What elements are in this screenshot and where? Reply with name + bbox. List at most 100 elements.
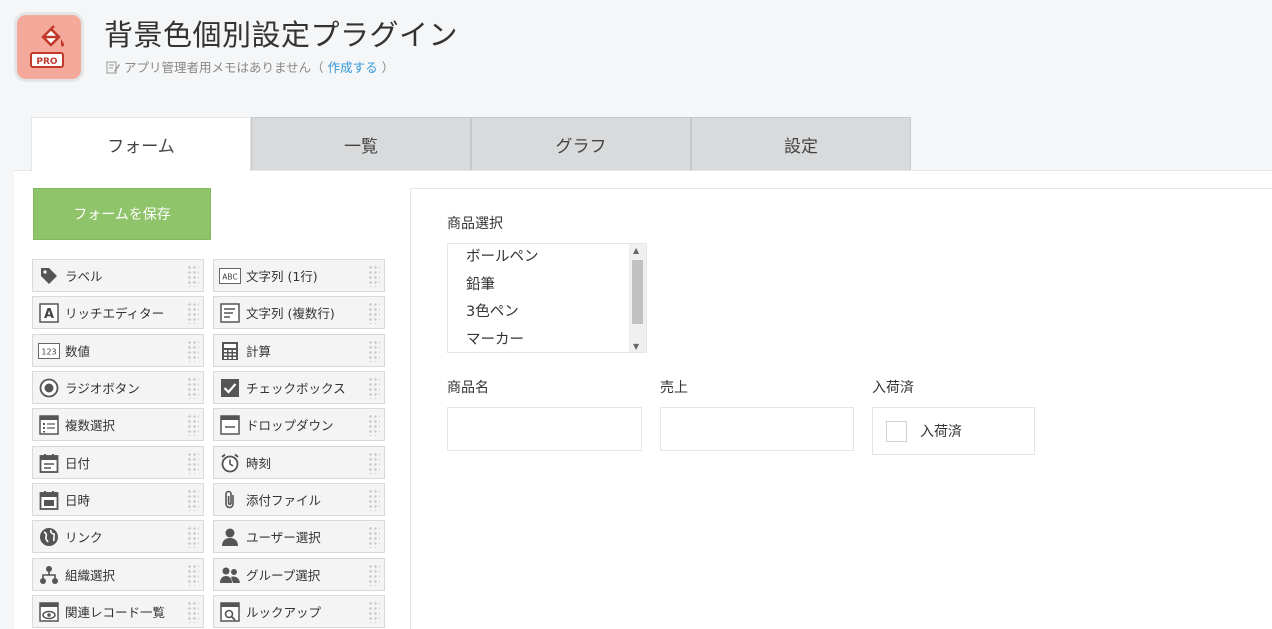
scrollbar-thumb[interactable] [632, 260, 643, 324]
drag-handle-icon[interactable] [187, 452, 199, 474]
tab-form[interactable]: フォーム [31, 117, 251, 171]
drag-handle-icon[interactable] [187, 340, 199, 362]
palette-item-label: グループ選択 [246, 568, 321, 583]
tag-icon [38, 265, 60, 287]
palette-item-label: 計算 [246, 344, 272, 359]
product-name-input[interactable] [447, 407, 642, 451]
drag-handle-icon[interactable] [187, 265, 199, 287]
palette-item-label: ラジオボタン [65, 381, 140, 396]
palette-item-label: ルックアップ [246, 605, 322, 620]
palette-item-label: 文字列 (1行) [246, 269, 318, 284]
drag-handle-icon[interactable] [368, 489, 380, 511]
multiline-icon [219, 302, 241, 324]
palette-item[interactable]: ABC 文字列 (1行) [213, 259, 385, 292]
palette-item[interactable]: 123 数値 [32, 334, 204, 367]
palette-item[interactable]: 添付ファイル [213, 483, 385, 516]
product-select-listbox[interactable]: ボールペン 鉛筆 3色ペン マーカー ▲ ▼ [447, 243, 647, 353]
save-form-button[interactable]: フォームを保存 [33, 188, 211, 240]
palette-item[interactable]: 複数選択 [32, 408, 204, 441]
palette-item[interactable]: ルックアップ [213, 595, 385, 628]
lookup-icon [219, 601, 241, 623]
drag-handle-icon[interactable] [368, 601, 380, 623]
palette-item[interactable]: 組織選択 [32, 558, 204, 591]
drag-handle-icon[interactable] [187, 489, 199, 511]
palette-item[interactable]: 日時 [32, 483, 204, 516]
palette-item[interactable]: 時刻 [213, 446, 385, 479]
palette-item[interactable]: ラベル [32, 259, 204, 292]
palette-item-label: 組織選択 [65, 568, 116, 583]
sales-input[interactable] [660, 407, 854, 451]
scroll-down-arrow-icon[interactable]: ▼ [633, 342, 639, 351]
palette-item[interactable]: チェックボックス [213, 371, 385, 404]
product-select-label: 商品選択 [447, 216, 503, 232]
listbox-scrollbar[interactable]: ▲ ▼ [629, 244, 646, 352]
listbox-option[interactable]: ボールペン [448, 244, 646, 272]
drag-handle-icon[interactable] [368, 302, 380, 324]
memo-create-link[interactable]: 作成する [328, 57, 378, 76]
number-icon: 123 [38, 340, 60, 362]
app-icon: PRO [14, 12, 84, 82]
tab-list[interactable]: 一覧 [251, 117, 471, 170]
org-icon [38, 564, 60, 586]
palette-item-label: 関連レコード一覧 [65, 605, 166, 620]
palette-item-label: 数値 [65, 344, 91, 359]
paperclip-icon [219, 489, 241, 511]
palette-item[interactable]: 文字列 (複数行) [213, 296, 385, 329]
palette-item-label: ユーザー選択 [246, 530, 321, 545]
palette-item[interactable]: A リッチエディター [32, 296, 204, 329]
multi-select-icon [38, 414, 60, 436]
listbox-option[interactable]: 鉛筆 [448, 272, 646, 300]
drag-handle-icon[interactable] [187, 414, 199, 436]
palette-item[interactable]: ドロップダウン [213, 408, 385, 441]
palette-item[interactable]: リンク [32, 520, 204, 553]
palette-item[interactable]: 計算 [213, 334, 385, 367]
tab-settings[interactable]: 設定 [691, 117, 911, 170]
memo-edit-icon [106, 61, 120, 73]
palette-item-label: 時刻 [246, 456, 272, 471]
palette-item[interactable]: ユーザー選択 [213, 520, 385, 553]
drag-handle-icon[interactable] [368, 414, 380, 436]
drag-handle-icon[interactable] [187, 564, 199, 586]
calculator-icon [219, 340, 241, 362]
palette-item[interactable]: 日付 [32, 446, 204, 479]
svg-text:123: 123 [41, 347, 56, 356]
listbox-option[interactable]: マーカー [448, 327, 646, 353]
drag-handle-icon[interactable] [368, 340, 380, 362]
product-name-label: 商品名 [447, 380, 489, 396]
globe-icon [38, 526, 60, 548]
datetime-icon [38, 489, 60, 511]
palette-item[interactable]: ラジオボタン [32, 371, 204, 404]
listbox-option[interactable]: 3色ペン [448, 299, 646, 327]
palette-item-label: 複数選択 [65, 418, 116, 433]
scroll-up-arrow-icon[interactable]: ▲ [633, 246, 639, 255]
drag-handle-icon[interactable] [187, 526, 199, 548]
drag-handle-icon[interactable] [368, 377, 380, 399]
tab-graph[interactable]: グラフ [471, 117, 691, 170]
palette-item[interactable]: グループ選択 [213, 558, 385, 591]
form-editor-panel: フォームを保存 ラベル ABC 文字列 (1行) A リッチエディター 文字列 (複数行)… [14, 170, 1272, 629]
app-memo: アプリ管理者用メモはありません（ 作成する） [106, 57, 394, 76]
palette-item-label: ドロップダウン [246, 418, 334, 433]
in-stock-label: 入荷済 [872, 380, 914, 396]
drag-handle-icon[interactable] [187, 302, 199, 324]
drag-handle-icon[interactable] [368, 564, 380, 586]
memo-text: アプリ管理者用メモはありません（ [124, 60, 324, 75]
palette-item-label: 添付ファイル [246, 493, 322, 508]
checkbox-icon [219, 377, 241, 399]
drag-handle-icon[interactable] [368, 526, 380, 548]
radio-icon [38, 377, 60, 399]
palette-item[interactable]: 関連レコード一覧 [32, 595, 204, 628]
drag-handle-icon[interactable] [187, 601, 199, 623]
drag-handle-icon[interactable] [187, 377, 199, 399]
in-stock-checkbox-group: 入荷済 [872, 407, 1035, 455]
drag-handle-icon[interactable] [368, 265, 380, 287]
related-records-icon [38, 601, 60, 623]
palette-item-label: リンク [65, 530, 103, 545]
palette-item-label: ラベル [65, 269, 103, 284]
drag-handle-icon[interactable] [368, 452, 380, 474]
memo-close-paren: ） [381, 60, 395, 75]
date-icon [38, 452, 60, 474]
rich-editor-icon: A [38, 302, 60, 324]
palette-item-label: チェックボックス [246, 381, 346, 396]
in-stock-checkbox[interactable] [886, 420, 907, 442]
